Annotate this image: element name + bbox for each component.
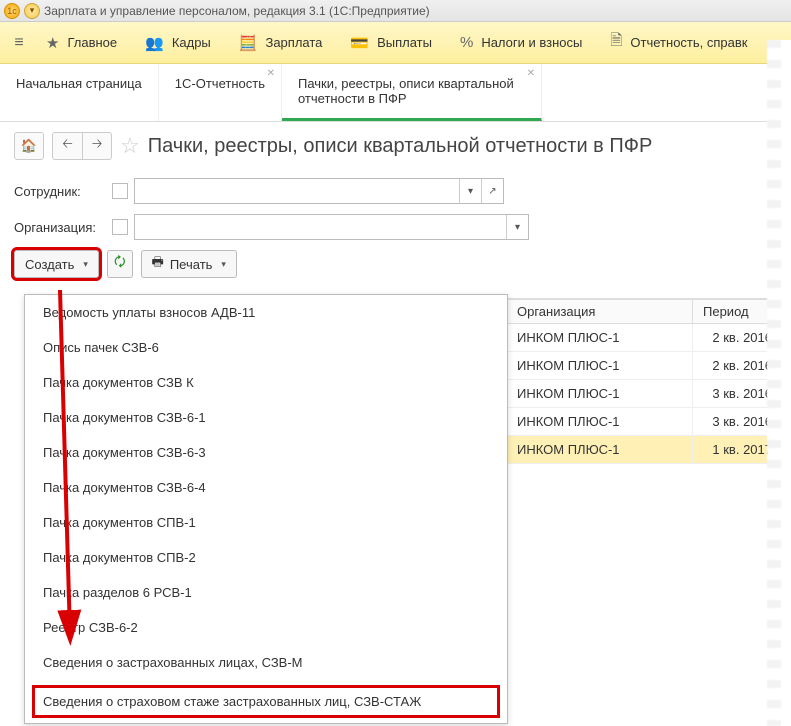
dropdown-opt[interactable]: Пачка документов СЗВ-6-4 — [25, 470, 507, 505]
menu-main[interactable]: ★ Главное — [32, 22, 131, 63]
app-icon: 1c — [4, 3, 20, 19]
doc-icon: 🗎 — [610, 30, 622, 55]
menu-zarplata[interactable]: 🧮 Зарплата — [225, 22, 337, 63]
employee-checkbox[interactable] — [112, 183, 128, 199]
dropdown-opt[interactable]: Пачка разделов 6 РСВ-1 — [25, 575, 507, 610]
dropdown-opt[interactable]: Пачка документов СЗВ-6-1 — [25, 400, 507, 435]
employee-dropdown-btn[interactable]: ▾ — [459, 179, 481, 203]
menu-kadry[interactable]: 👥 Кадры — [131, 22, 225, 63]
dropdown-opt[interactable]: Ведомость уплаты взносов АДВ-11 — [25, 295, 507, 330]
print-button[interactable]: 🖶 Печать▾ — [141, 250, 237, 278]
chevron-down-icon: ▾ — [83, 259, 88, 270]
org-checkbox[interactable] — [112, 219, 128, 235]
table-row[interactable]: ИНКОМ ПЛЮС-11 кв. 2017 — [507, 436, 783, 464]
torn-edge-decoration — [773, 40, 791, 726]
tab-packs-pfr[interactable]: Пачки, реестры, описи квартальной отчетн… — [282, 64, 542, 121]
dropdown-opt[interactable]: Пачка документов СЗВ К — [25, 365, 507, 400]
tabs-bar: Начальная страница 1С-Отчетность✕ Пачки,… — [0, 64, 791, 122]
table-row[interactable]: ИНКОМ ПЛЮС-13 кв. 2016 — [507, 408, 783, 436]
create-button[interactable]: Создать▾ — [14, 250, 99, 278]
menu-main-label: Главное — [67, 35, 117, 50]
menu-vyplaty[interactable]: 💳Выплаты — [336, 22, 446, 63]
home-button[interactable]: 🏠 — [14, 132, 44, 160]
menu-otchet[interactable]: 🗎Отчетность, справк — [596, 22, 761, 63]
percent-icon: % — [460, 34, 473, 51]
star-icon: ★ — [46, 34, 59, 52]
org-label: Организация: — [14, 220, 106, 235]
toolbar: Создать▾ 🗘 🖶 Печать▾ — [14, 250, 777, 278]
page-title: Пачки, реестры, описи квартальной отчетн… — [148, 135, 653, 158]
org-select[interactable]: ▾ — [134, 214, 529, 240]
nav-back-forward: 🡠 🡢 — [52, 132, 112, 160]
printer-icon: 🖶 — [152, 253, 164, 275]
calc-icon: 🧮 — [239, 34, 258, 52]
dropdown-opt[interactable]: Опись пачек СЗВ-6 — [25, 330, 507, 365]
documents-grid: Организация Период ИНКОМ ПЛЮС-12 кв. 201… — [506, 298, 783, 464]
table-row[interactable]: ИНКОМ ПЛЮС-13 кв. 2016 — [507, 380, 783, 408]
refresh-icon: 🗘 — [114, 253, 126, 275]
dropdown-opt[interactable]: Реестр СЗВ-6-2 — [25, 610, 507, 645]
table-row[interactable]: ИНКОМ ПЛЮС-12 кв. 2016 — [507, 352, 783, 380]
favorite-star-icon[interactable]: ☆ — [120, 133, 140, 159]
refresh-button[interactable]: 🗘 — [107, 250, 133, 278]
main-menu: ≡ ★ Главное 👥 Кадры 🧮 Зарплата 💳Выплаты %На… — [0, 22, 791, 64]
window-title: Зарплата и управление персоналом, редакц… — [44, 4, 430, 18]
dropdown-opt[interactable]: Пачка документов СПВ-2 — [25, 540, 507, 575]
menu-zarplata-label: Зарплата — [265, 35, 322, 50]
col-org[interactable]: Организация — [507, 300, 693, 324]
tab-1c-otchetnost[interactable]: 1С-Отчетность✕ — [159, 64, 282, 121]
org-field[interactable] — [135, 215, 506, 239]
chevron-down-icon: ▾ — [221, 259, 226, 270]
menu-nalogi[interactable]: %Налоги и взносы — [446, 22, 596, 63]
wallet-icon: 💳 — [350, 34, 369, 52]
dropdown-opt-szv-stazh[interactable]: Сведения о страховом стаже застрахованны… — [31, 684, 501, 719]
table-row[interactable]: ИНКОМ ПЛЮС-12 кв. 2016 — [507, 324, 783, 352]
employee-field[interactable] — [135, 179, 459, 203]
employee-open-btn[interactable]: ↗ — [481, 179, 503, 203]
close-icon[interactable]: ✕ — [527, 68, 535, 79]
org-dropdown-btn[interactable]: ▾ — [506, 215, 528, 239]
dropdown-opt[interactable]: Пачка документов СПВ-1 — [25, 505, 507, 540]
burger-icon[interactable]: ≡ — [6, 34, 32, 52]
title-dropdown-icon[interactable]: ▾ — [24, 3, 40, 19]
employee-select[interactable]: ▾ ↗ — [134, 178, 504, 204]
window-title-bar: 1c ▾ Зарплата и управление персоналом, р… — [0, 0, 791, 22]
back-button[interactable]: 🡠 — [52, 132, 82, 160]
menu-kadry-label: Кадры — [172, 35, 211, 50]
page-body: 🏠 🡠 🡢 ☆ Пачки, реестры, описи квартально… — [0, 122, 791, 288]
people-icon: 👥 — [145, 34, 164, 52]
dropdown-opt[interactable]: Пачка документов СЗВ-6-3 — [25, 435, 507, 470]
tab-start-page[interactable]: Начальная страница — [0, 64, 159, 121]
dropdown-opt[interactable]: Сведения о застрахованных лицах, СЗВ-М — [25, 645, 507, 680]
employee-label: Сотрудник: — [14, 184, 106, 199]
create-dropdown: Ведомость уплаты взносов АДВ-11 Опись па… — [24, 294, 508, 724]
forward-button[interactable]: 🡢 — [82, 132, 112, 160]
close-icon[interactable]: ✕ — [267, 68, 275, 79]
